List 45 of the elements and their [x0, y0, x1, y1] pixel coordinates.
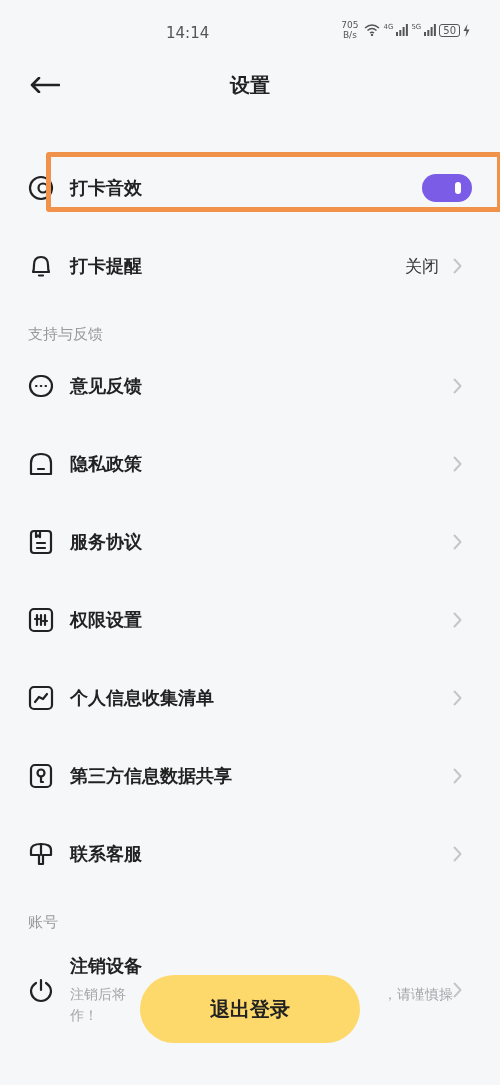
row-label: 隐私政策	[70, 452, 143, 476]
wifi-icon	[364, 24, 381, 36]
chart-icon	[28, 685, 54, 711]
row-label: 第三方信息数据共享	[70, 764, 233, 788]
signal-icon	[396, 24, 409, 36]
chevron-icon	[453, 982, 462, 998]
service-icon	[28, 841, 54, 867]
sliders-icon	[28, 607, 54, 633]
key-icon	[28, 763, 54, 789]
chevron-icon	[453, 846, 462, 862]
row-label: 权限设置	[70, 608, 143, 632]
network-speed: 705 B/s	[341, 20, 359, 40]
row-label: 联系客服	[70, 842, 143, 866]
privacy-icon	[28, 451, 54, 477]
chevron-icon	[453, 534, 462, 550]
row-description: ，请谨慎操	[383, 985, 453, 1004]
row-description: 注销后将	[70, 985, 126, 1004]
row-label: 服务协议	[70, 530, 143, 554]
back-arrow-icon[interactable]	[30, 77, 60, 93]
row-description: 作！	[70, 1006, 98, 1025]
row-label: 打卡音效	[70, 176, 143, 200]
chevron-icon	[453, 768, 462, 784]
page-title: 设置	[230, 71, 270, 99]
logout-button[interactable]: 退出登录	[140, 975, 360, 1043]
toggle-switch[interactable]	[422, 174, 472, 202]
chevron-icon	[453, 258, 462, 274]
document-icon	[28, 529, 54, 555]
chevron-icon	[453, 378, 462, 394]
row-label: 注销设备	[70, 954, 143, 978]
signal-icon	[424, 24, 437, 36]
section-title: 支持与反馈	[27, 324, 104, 345]
section-title: 账号	[27, 912, 59, 933]
row-label: 意见反馈	[70, 374, 143, 398]
charging-icon	[463, 23, 470, 37]
status-time: 14:14	[166, 24, 210, 42]
chevron-icon	[453, 612, 462, 628]
battery-level: 50	[439, 23, 460, 37]
row-label: 打卡提醒	[70, 254, 143, 278]
row-value: 关闭	[405, 254, 439, 278]
row-label: 个人信息收集清单	[70, 686, 215, 710]
chevron-icon	[453, 456, 462, 472]
chevron-icon	[453, 690, 462, 706]
power-icon	[28, 977, 54, 1003]
chat-bubble-icon	[28, 373, 54, 399]
target-icon	[28, 175, 54, 201]
